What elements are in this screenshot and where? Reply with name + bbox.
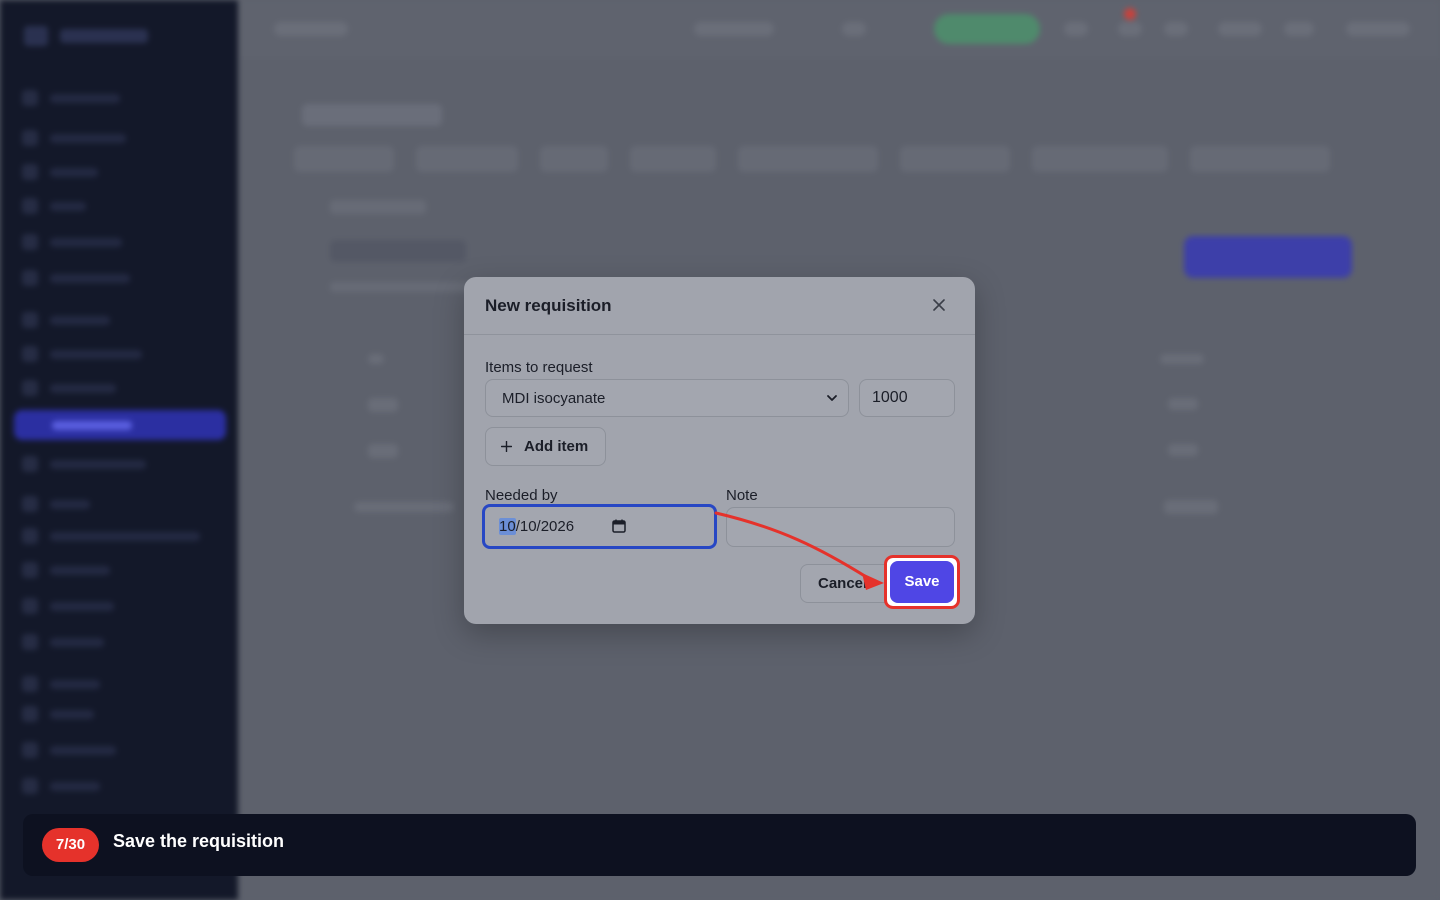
needed-by-label: Needed by: [485, 487, 558, 504]
table-row[interactable]: [1168, 444, 1198, 456]
app-logo: [24, 26, 148, 46]
add-item-button[interactable]: Add item: [485, 427, 606, 466]
table-header: [368, 354, 384, 364]
new-requisition-button[interactable]: [1184, 236, 1352, 278]
tutorial-step-banner: 7/30 Save the requisition: [23, 814, 1416, 876]
table-header: [1160, 354, 1204, 364]
sidebar-item[interactable]: [22, 456, 146, 472]
breadcrumb: [330, 200, 426, 214]
pagination-text: [354, 502, 454, 512]
table-row[interactable]: [368, 398, 398, 412]
cancel-button[interactable]: Cancel: [800, 564, 892, 603]
modal-title: New requisition: [485, 296, 612, 315]
sidebar-item[interactable]: [22, 562, 110, 578]
sidebar-item[interactable]: [22, 496, 90, 512]
sidebar-item[interactable]: [22, 270, 130, 286]
item-select-value: MDI isocyanate: [502, 389, 606, 407]
quantity-value: 1000: [872, 389, 908, 406]
status-pill: [934, 14, 1040, 44]
sidebar-item[interactable]: [22, 706, 94, 722]
sidebar-item[interactable]: [22, 90, 120, 106]
quantity-input[interactable]: 1000: [859, 379, 955, 417]
sidebar-item[interactable]: [22, 164, 98, 180]
close-icon: [933, 299, 945, 311]
modal-header: New requisition: [464, 277, 975, 335]
sidebar-item[interactable]: [22, 676, 100, 692]
sidebar-item[interactable]: [22, 346, 142, 362]
page-title: [330, 240, 466, 262]
sidebar-item[interactable]: [22, 198, 86, 214]
tab-row: [294, 146, 1384, 176]
sidebar-item[interactable]: [22, 598, 114, 614]
needed-by-date-input[interactable]: 10/10/2026: [482, 504, 717, 549]
pagination-control[interactable]: [1164, 500, 1218, 514]
note-input[interactable]: [726, 507, 955, 547]
add-item-label: Add item: [524, 438, 589, 455]
sidebar: [0, 0, 238, 900]
save-button[interactable]: Save: [890, 561, 954, 603]
sidebar-item[interactable]: [22, 312, 110, 328]
calendar-icon[interactable]: [612, 519, 626, 533]
top-bar: [238, 0, 1440, 58]
sidebar-item[interactable]: [22, 634, 104, 650]
sidebar-item[interactable]: [22, 528, 200, 544]
table-row[interactable]: [1168, 398, 1198, 410]
sidebar-item[interactable]: [22, 742, 116, 758]
sidebar-item-active[interactable]: [14, 410, 226, 440]
note-label: Note: [726, 487, 758, 504]
chevron-down-icon: [827, 395, 837, 401]
close-button[interactable]: [929, 295, 949, 315]
table-row[interactable]: [368, 444, 398, 458]
item-select[interactable]: MDI isocyanate: [485, 379, 849, 417]
sidebar-item[interactable]: [22, 130, 126, 146]
step-instruction: Save the requisition: [113, 831, 285, 851]
notification-badge: [1124, 8, 1136, 20]
step-counter-badge: 7/30: [42, 828, 99, 862]
plus-icon: [501, 441, 512, 452]
sidebar-item[interactable]: [22, 778, 100, 794]
date-month-segment[interactable]: 10: [499, 518, 516, 535]
items-label: Items to request: [485, 359, 593, 376]
sidebar-item[interactable]: [22, 234, 122, 250]
new-requisition-modal: New requisition Items to request MDI iso…: [464, 277, 975, 624]
date-rest-segment: /10/2026: [515, 518, 575, 535]
page-heading-blurred: [302, 104, 442, 126]
sidebar-item[interactable]: [22, 380, 116, 396]
